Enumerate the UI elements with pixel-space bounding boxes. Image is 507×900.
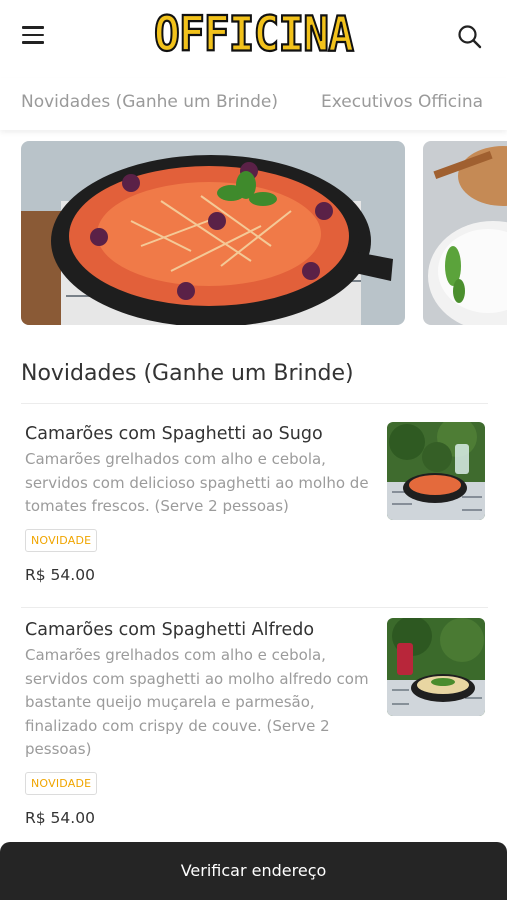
banner-carousel[interactable] xyxy=(0,141,507,325)
officina-logo[interactable]: OFFICINA xyxy=(0,6,507,64)
tab-novidades[interactable]: Novidades (Ganhe um Brinde) xyxy=(21,92,278,112)
item-thumbnail[interactable] xyxy=(387,618,485,716)
app-header: OFFICINA xyxy=(0,0,507,78)
menu-item[interactable]: Camarões com Spaghetti ao Sugo Camarões … xyxy=(25,422,485,584)
category-tabs: Novidades (Ganhe um Brinde) Executivos O… xyxy=(0,78,507,130)
item-price: R$ 54.00 xyxy=(25,808,95,827)
novidade-badge: NOVIDADE xyxy=(25,771,98,795)
banner-image-paella-pan[interactable] xyxy=(21,141,405,325)
item-description: Camarões grelhados com alho e cebola, se… xyxy=(25,646,369,758)
item-description: Camarões grelhados com alho e cebola, se… xyxy=(25,450,369,515)
search-icon[interactable] xyxy=(457,24,483,50)
verify-address-button[interactable]: Verificar endereço xyxy=(0,842,507,900)
menu-item[interactable]: Camarões com Spaghetti Alfredo Camarões … xyxy=(25,618,485,827)
logo-text: OFFICINA xyxy=(153,6,355,64)
section-title: Novidades (Ganhe um Brinde) xyxy=(21,361,354,386)
item-price: R$ 54.00 xyxy=(25,565,95,584)
banner-image-rice-dish[interactable] xyxy=(423,141,507,325)
section-divider xyxy=(21,403,488,404)
novidade-badge: NOVIDADE xyxy=(25,528,98,552)
item-divider xyxy=(21,607,488,608)
item-thumbnail[interactable] xyxy=(387,422,485,520)
tab-executivos-officina[interactable]: Executivos Officina xyxy=(321,92,483,112)
